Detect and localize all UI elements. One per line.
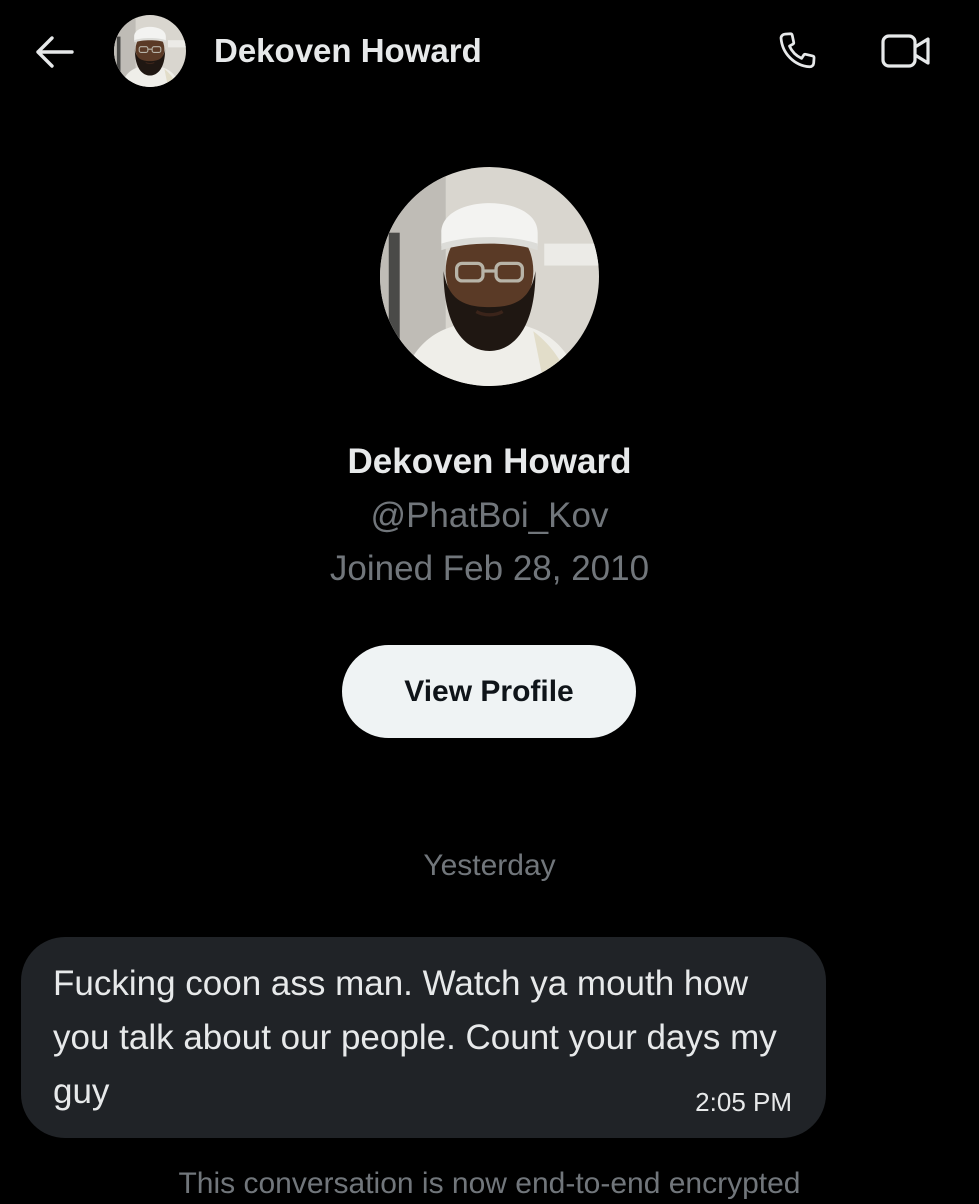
arrow-left-icon [36, 36, 74, 68]
date-divider: Yesterday [423, 849, 556, 882]
avatar-image [380, 167, 599, 386]
avatar-image [114, 15, 186, 87]
message-text: Fucking coon ass man. Watch ya mouth how… [53, 964, 777, 1111]
profile-joined-date: Joined Feb 28, 2010 [329, 549, 650, 588]
view-profile-button[interactable]: View Profile [342, 645, 636, 738]
message-bubble[interactable]: Fucking coon ass man. Watch ya mouth how… [21, 937, 826, 1138]
header-contact-name[interactable]: Dekoven Howard [214, 30, 482, 72]
conversation-header: Dekoven Howard [0, 0, 979, 100]
video-call-button[interactable] [876, 26, 936, 76]
video-camera-icon [881, 34, 930, 68]
message-timestamp: 2:05 PM [695, 1087, 792, 1117]
header-avatar[interactable] [114, 15, 186, 87]
back-button[interactable] [30, 30, 78, 74]
profile-avatar[interactable] [380, 167, 599, 386]
profile-handle: @PhatBoi_Kov [370, 496, 609, 535]
phone-icon [779, 32, 816, 69]
encryption-notice: This conversation is now end-to-end encr… [178, 1167, 801, 1200]
profile-name: Dekoven Howard [347, 442, 632, 481]
call-button[interactable] [770, 26, 824, 76]
